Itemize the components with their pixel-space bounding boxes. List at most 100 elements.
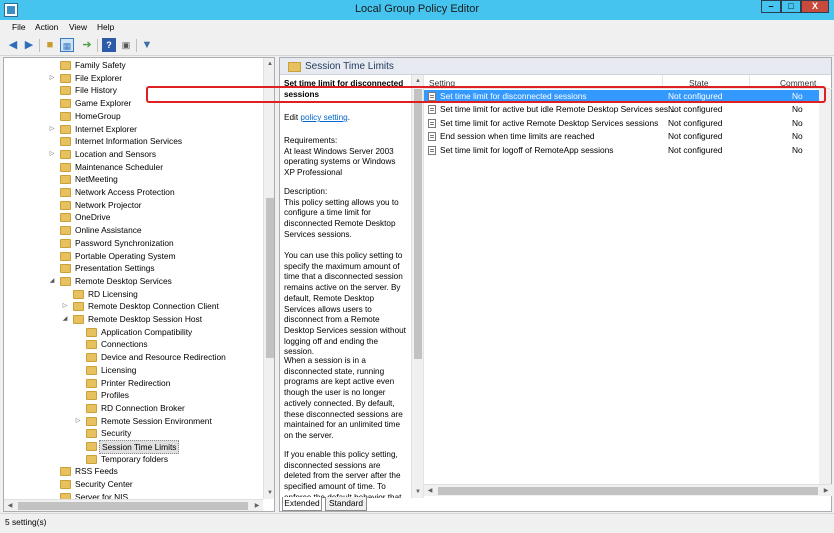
folder-icon bbox=[86, 365, 97, 375]
minimize-button[interactable]: – bbox=[761, 0, 781, 13]
scroll-thumb[interactable] bbox=[438, 487, 818, 495]
tree-item[interactable]: RSS Feeds bbox=[4, 465, 259, 478]
menu-file[interactable]: File bbox=[12, 22, 26, 32]
title-bar[interactable]: Local Group Policy Editor – □ X bbox=[0, 0, 834, 20]
edit-prefix: Edit bbox=[284, 113, 301, 122]
tree-vertical-scrollbar[interactable]: ▲ ▼ bbox=[263, 58, 274, 499]
expand-arrow-icon[interactable]: ▷ bbox=[74, 415, 82, 427]
tree-item[interactable]: Security Center bbox=[4, 478, 259, 491]
folder-icon bbox=[60, 99, 71, 109]
scroll-right-icon[interactable]: ▶ bbox=[251, 500, 263, 511]
scroll-right-icon[interactable]: ▶ bbox=[820, 485, 832, 497]
tree-item[interactable]: Temporary folders bbox=[4, 453, 259, 466]
scroll-up-icon[interactable]: ▲ bbox=[264, 58, 274, 70]
tree-item[interactable]: OneDrive bbox=[4, 211, 259, 224]
tree-item[interactable]: Device and Resource Redirection bbox=[4, 351, 259, 364]
tree-item-label: Online Assistance bbox=[75, 225, 142, 236]
tree-item[interactable]: ▷ File Explorer bbox=[4, 72, 259, 85]
tree-item[interactable]: ▷ Location and Sensors bbox=[4, 148, 259, 161]
expand-arrow-icon[interactable]: ▷ bbox=[48, 148, 56, 160]
setting-state: Not configured bbox=[668, 117, 723, 128]
tree-item-label: Connections bbox=[101, 339, 148, 350]
collapse-arrow-icon[interactable]: ◢ bbox=[48, 275, 56, 287]
scroll-thumb[interactable] bbox=[266, 198, 274, 358]
show-hide-tree-icon[interactable]: ▦ bbox=[60, 38, 74, 52]
tree-item[interactable]: ▷ Remote Desktop Connection Client bbox=[4, 300, 259, 313]
tree-item[interactable]: RD Connection Broker bbox=[4, 402, 259, 415]
list-horizontal-scrollbar[interactable]: ◀ ▶ bbox=[424, 484, 832, 496]
tree-item-label: Portable Operating System bbox=[75, 250, 176, 261]
tree-item[interactable]: Printer Redirection bbox=[4, 377, 259, 390]
tree-item[interactable]: Security bbox=[4, 427, 259, 440]
tree-item[interactable]: Presentation Settings bbox=[4, 262, 259, 275]
tree-item[interactable]: Profiles bbox=[4, 389, 259, 402]
tree-item[interactable]: Session Time Limits bbox=[4, 440, 259, 454]
menu-view[interactable]: View bbox=[69, 22, 87, 32]
menu-bar: File Action View Help bbox=[0, 20, 834, 35]
close-button[interactable]: X bbox=[801, 0, 829, 13]
properties-icon[interactable]: ▣ bbox=[119, 38, 133, 52]
tree-item[interactable]: ▷ Internet Explorer bbox=[4, 123, 259, 136]
tree-item[interactable]: Online Assistance bbox=[4, 224, 259, 237]
tree-item-label: Temporary folders bbox=[101, 453, 169, 464]
scroll-left-icon[interactable]: ◀ bbox=[4, 500, 16, 511]
tree-item[interactable]: Maintenance Scheduler bbox=[4, 161, 259, 174]
folder-icon bbox=[73, 315, 84, 324]
folder-icon bbox=[86, 391, 97, 401]
list-vertical-scrollbar[interactable] bbox=[819, 89, 831, 484]
tree-item[interactable]: Application Compatibility bbox=[4, 326, 259, 339]
tab-standard[interactable]: Standard bbox=[325, 497, 367, 511]
tree-item[interactable]: Family Safety bbox=[4, 59, 259, 72]
tree-item[interactable]: Internet Information Services bbox=[4, 135, 259, 148]
back-icon[interactable]: ◀ bbox=[6, 38, 20, 52]
edit-policy-link[interactable]: policy setting bbox=[300, 113, 347, 122]
tree-item[interactable]: Network Access Protection bbox=[4, 186, 259, 199]
scroll-thumb[interactable] bbox=[18, 502, 248, 510]
tree-item[interactable]: ◢ Remote Desktop Services bbox=[4, 275, 259, 288]
export-list-icon[interactable]: ➔ bbox=[80, 38, 94, 52]
menu-action[interactable]: Action bbox=[35, 22, 58, 32]
scroll-down-icon[interactable]: ▼ bbox=[412, 486, 423, 498]
maximize-button[interactable]: □ bbox=[781, 0, 801, 13]
tree-item[interactable]: RD Licensing bbox=[4, 288, 259, 301]
tree-item[interactable]: ▷ Remote Session Environment bbox=[4, 415, 259, 428]
setting-row[interactable]: Set time limit for active but idle Remot… bbox=[424, 103, 819, 116]
tree-item[interactable]: HomeGroup bbox=[4, 110, 259, 123]
tree-item[interactable]: Connections bbox=[4, 338, 259, 351]
tree-pane[interactable]: Family Safety ▷ File Explorer File History G… bbox=[3, 57, 275, 512]
folder-icon bbox=[60, 213, 71, 223]
folder-icon bbox=[60, 276, 71, 286]
settings-list[interactable]: Setting State Comment Set time limit for… bbox=[423, 75, 832, 498]
tree-item-label: Password Synchronization bbox=[75, 237, 174, 248]
tree-item-label: Remote Desktop Session Host bbox=[88, 314, 203, 324]
tree-item[interactable]: Network Projector bbox=[4, 199, 259, 212]
expand-arrow-icon[interactable]: ▷ bbox=[48, 72, 56, 84]
filter-icon[interactable]: ▼ bbox=[140, 38, 154, 52]
expand-arrow-icon[interactable]: ▷ bbox=[61, 300, 69, 312]
scroll-down-icon[interactable]: ▼ bbox=[264, 487, 274, 499]
collapse-arrow-icon[interactable]: ◢ bbox=[61, 313, 69, 325]
tree-item[interactable]: ◢ Remote Desktop Session Host bbox=[4, 313, 259, 326]
panel-header: Session Time Limits bbox=[280, 58, 831, 75]
folder-icon bbox=[60, 86, 71, 96]
tree-item-label: Application Compatibility bbox=[101, 326, 193, 337]
up-folder-icon[interactable]: ■ bbox=[43, 38, 57, 52]
setting-row[interactable]: End session when time limits are reached… bbox=[424, 130, 819, 143]
setting-row[interactable]: Set time limit for logoff of RemoteApp s… bbox=[424, 144, 819, 157]
tree-item[interactable]: Portable Operating System bbox=[4, 250, 259, 263]
setting-row[interactable]: Set time limit for active Remote Desktop… bbox=[424, 117, 819, 130]
scroll-left-icon[interactable]: ◀ bbox=[424, 485, 436, 497]
scroll-thumb[interactable] bbox=[414, 89, 422, 359]
expand-arrow-icon[interactable]: ▷ bbox=[48, 123, 56, 135]
description-scrollbar[interactable]: ▲ ▼ bbox=[411, 75, 423, 498]
tree-horizontal-scrollbar[interactable]: ◀ ▶ bbox=[4, 499, 263, 511]
description-pane: Set time limit for disconnected sessions… bbox=[280, 75, 423, 498]
tree-item[interactable]: Password Synchronization bbox=[4, 237, 259, 250]
tree-item-label: Presentation Settings bbox=[75, 263, 155, 274]
tree-item[interactable]: NetMeeting bbox=[4, 173, 259, 186]
menu-help[interactable]: Help bbox=[97, 22, 114, 32]
help-icon[interactable]: ? bbox=[102, 38, 116, 52]
tab-extended[interactable]: Extended bbox=[282, 497, 322, 511]
tree-item[interactable]: Licensing bbox=[4, 364, 259, 377]
forward-icon[interactable]: ▶ bbox=[22, 38, 36, 52]
